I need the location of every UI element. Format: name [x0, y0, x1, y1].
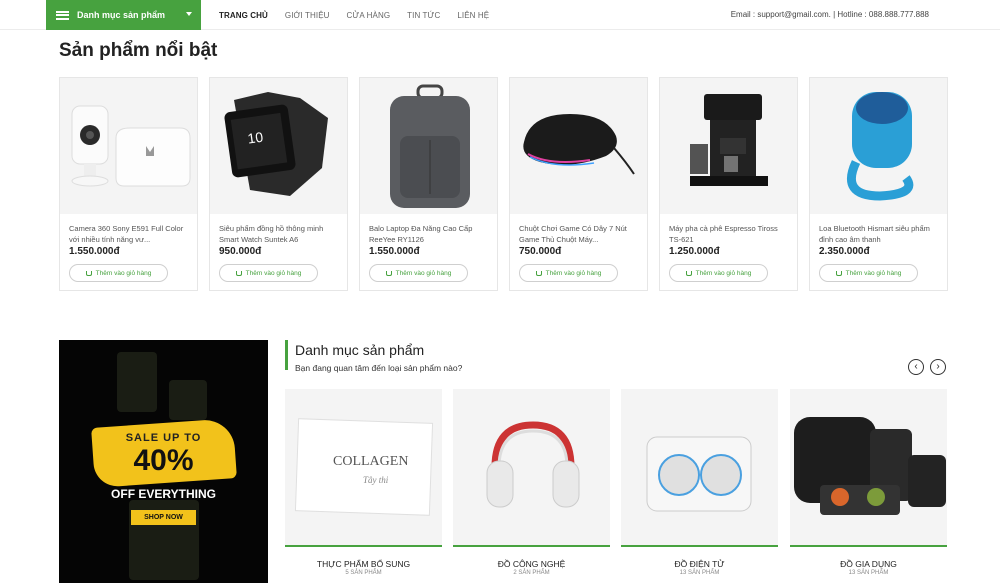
- shop-now-button[interactable]: SHOP NOW: [131, 510, 196, 525]
- add-to-cart-label: Thêm vào giỏ hàng: [395, 269, 452, 277]
- next-arrow-button[interactable]: ›: [930, 359, 946, 375]
- categories-header: Danh mục sản phẩm Bạn đang quan tâm đến …: [285, 340, 463, 373]
- promo-line-1: SALE UP TO: [125, 432, 202, 444]
- nav-news[interactable]: TIN TỨC: [407, 11, 440, 20]
- product-name[interactable]: Máy pha cà phê Espresso Tiross TS-621: [669, 223, 791, 245]
- headphones-image: [486, 421, 580, 508]
- product-price: 1.550.000đ: [69, 246, 120, 257]
- promo-banner[interactable]: SALE UP TO 40% OFF EVERYTHING SHOP NOW: [59, 340, 268, 583]
- add-to-cart-button[interactable]: Thêm vào giỏ hàng: [69, 264, 168, 282]
- add-to-cart-button[interactable]: Thêm vào giỏ hàng: [669, 264, 768, 282]
- cart-icon: [685, 270, 692, 276]
- category-name[interactable]: THỰC PHẨM BỔ SUNG: [285, 559, 442, 569]
- category-name[interactable]: ĐỒ GIA DỤNG: [790, 559, 947, 569]
- category-image[interactable]: [621, 389, 778, 547]
- speaker-image: [646, 436, 752, 512]
- category-name[interactable]: ĐỒ ĐIỆN TỬ: [621, 559, 778, 569]
- add-to-cart-button[interactable]: Thêm vào giỏ hàng: [219, 264, 318, 282]
- nav-about[interactable]: GIỚI THIỆU: [285, 11, 330, 20]
- espresso-machine-image[interactable]: [660, 78, 797, 214]
- bottle-image: [169, 380, 207, 420]
- gaming-mouse-image[interactable]: [510, 78, 647, 214]
- cart-icon: [535, 270, 542, 276]
- category-image[interactable]: [453, 389, 610, 547]
- contact-info: Email : support@gmail.com. | Hotline : 0…: [730, 10, 929, 19]
- category-card[interactable]: COLLAGEN Tây thi THỰC PHẨM BỔ SUNG 5 SẢN…: [285, 389, 442, 583]
- security-camera-image[interactable]: [60, 78, 197, 214]
- prev-arrow-button[interactable]: ‹: [908, 359, 924, 375]
- product-price: 1.550.000đ: [369, 246, 420, 257]
- category-count: 5 SẢN PHẨM: [345, 570, 382, 576]
- hamburger-icon: [56, 10, 69, 20]
- product-name[interactable]: Balo Laptop Đa Năng Cao Cấp ReeYee RY112…: [369, 223, 491, 245]
- category-menu-label: Danh mục sản phẩm: [77, 10, 166, 20]
- add-to-cart-button[interactable]: Thêm vào giỏ hàng: [819, 264, 918, 282]
- add-to-cart-label: Thêm vào giỏ hàng: [95, 269, 152, 277]
- category-name[interactable]: ĐỒ CÔNG NGHỆ: [453, 559, 610, 569]
- product-card[interactable]: Chuột Chơi Game Có Dây 7 Nút Game Thủ Ch…: [509, 77, 648, 291]
- add-to-cart-label: Thêm vào giỏ hàng: [845, 269, 902, 277]
- categories-subtitle: Bạn đang quan tâm đến loại sản phẩm nào?: [295, 363, 463, 373]
- svg-text:10: 10: [246, 129, 264, 147]
- backpack-image[interactable]: [360, 78, 497, 214]
- product-name[interactable]: Camera 360 Sony E591 Full Color với nhiề…: [69, 223, 191, 245]
- category-count: 13 SẢN PHẨM: [679, 570, 720, 576]
- nav-home[interactable]: TRANG CHỦ: [219, 11, 268, 20]
- product-name[interactable]: Siêu phẩm đồng hồ thông minh Smart Watch…: [219, 223, 341, 245]
- featured-title: Sản phẩm nổi bật: [59, 40, 218, 61]
- smart-watch-image[interactable]: 10: [210, 78, 347, 214]
- collagen-text: COLLAGEN: [333, 454, 408, 469]
- cart-icon: [85, 270, 92, 276]
- product-card[interactable]: 10 Siêu phẩm đồng hồ thông minh Smart Wa…: [209, 77, 348, 291]
- product-price: 2.350.000đ: [819, 246, 870, 257]
- category-card[interactable]: ĐỒ ĐIỆN TỬ 13 SẢN PHẨM: [621, 389, 778, 583]
- product-price: 750.000đ: [519, 246, 562, 257]
- category-count: 13 SẢN PHẨM: [848, 570, 889, 576]
- add-to-cart-label: Thêm vào giỏ hàng: [245, 269, 302, 277]
- promo-line-2: 40%: [133, 444, 194, 477]
- category-card[interactable]: ĐỒ GIA DỤNG 13 SẢN PHẨM: [790, 389, 947, 583]
- product-card[interactable]: Camera 360 Sony E591 Full Color với nhiề…: [59, 77, 198, 291]
- add-to-cart-label: Thêm vào giỏ hàng: [695, 269, 752, 277]
- product-name[interactable]: Chuột Chơi Game Có Dây 7 Nút Game Thủ Ch…: [519, 223, 641, 245]
- category-count: 2 SẢN PHẨM: [513, 570, 550, 576]
- categories-title: Danh mục sản phẩm: [295, 342, 425, 358]
- cart-icon: [385, 270, 392, 276]
- product-card[interactable]: Balo Laptop Đa Năng Cao Cấp ReeYee RY112…: [359, 77, 498, 291]
- category-card[interactable]: ĐỒ CÔNG NGHỆ 2 SẢN PHẨM: [453, 389, 610, 583]
- product-card[interactable]: Loa Bluetooth Hismart siêu phẩm đỉnh cao…: [809, 77, 948, 291]
- add-to-cart-button[interactable]: Thêm vào giỏ hàng: [369, 264, 468, 282]
- bluetooth-speaker-image[interactable]: [810, 78, 947, 214]
- cart-icon: [835, 270, 842, 276]
- category-image[interactable]: COLLAGEN Tây thi: [285, 389, 442, 547]
- cart-icon: [235, 270, 242, 276]
- top-navigation-bar: Danh mục sản phẩm TRANG CHỦ GIỚI THIỆU C…: [0, 0, 1000, 30]
- product-price: 950.000đ: [219, 246, 262, 257]
- category-image[interactable]: [790, 389, 947, 547]
- product-name[interactable]: Loa Bluetooth Hismart siêu phẩm đỉnh cao…: [819, 223, 941, 245]
- bottle-image: [117, 352, 157, 412]
- main-nav: TRANG CHỦ GIỚI THIỆU CỬA HÀNG TIN TỨC LI…: [219, 0, 506, 30]
- lunchbox-image: [794, 417, 946, 515]
- category-menu-button[interactable]: Danh mục sản phẩm: [46, 0, 201, 30]
- nav-contact[interactable]: LIÊN HỆ: [457, 11, 489, 20]
- caret-down-icon: [186, 12, 192, 16]
- collagen-subtext: Tây thi: [363, 475, 389, 485]
- promo-line-3: OFF EVERYTHING: [111, 487, 216, 501]
- add-to-cart-label: Thêm vào giỏ hàng: [545, 269, 602, 277]
- nav-shop[interactable]: CỬA HÀNG: [347, 11, 391, 20]
- add-to-cart-button[interactable]: Thêm vào giỏ hàng: [519, 264, 618, 282]
- product-price: 1.250.000đ: [669, 246, 720, 257]
- product-card[interactable]: Máy pha cà phê Espresso Tiross TS-621 1.…: [659, 77, 798, 291]
